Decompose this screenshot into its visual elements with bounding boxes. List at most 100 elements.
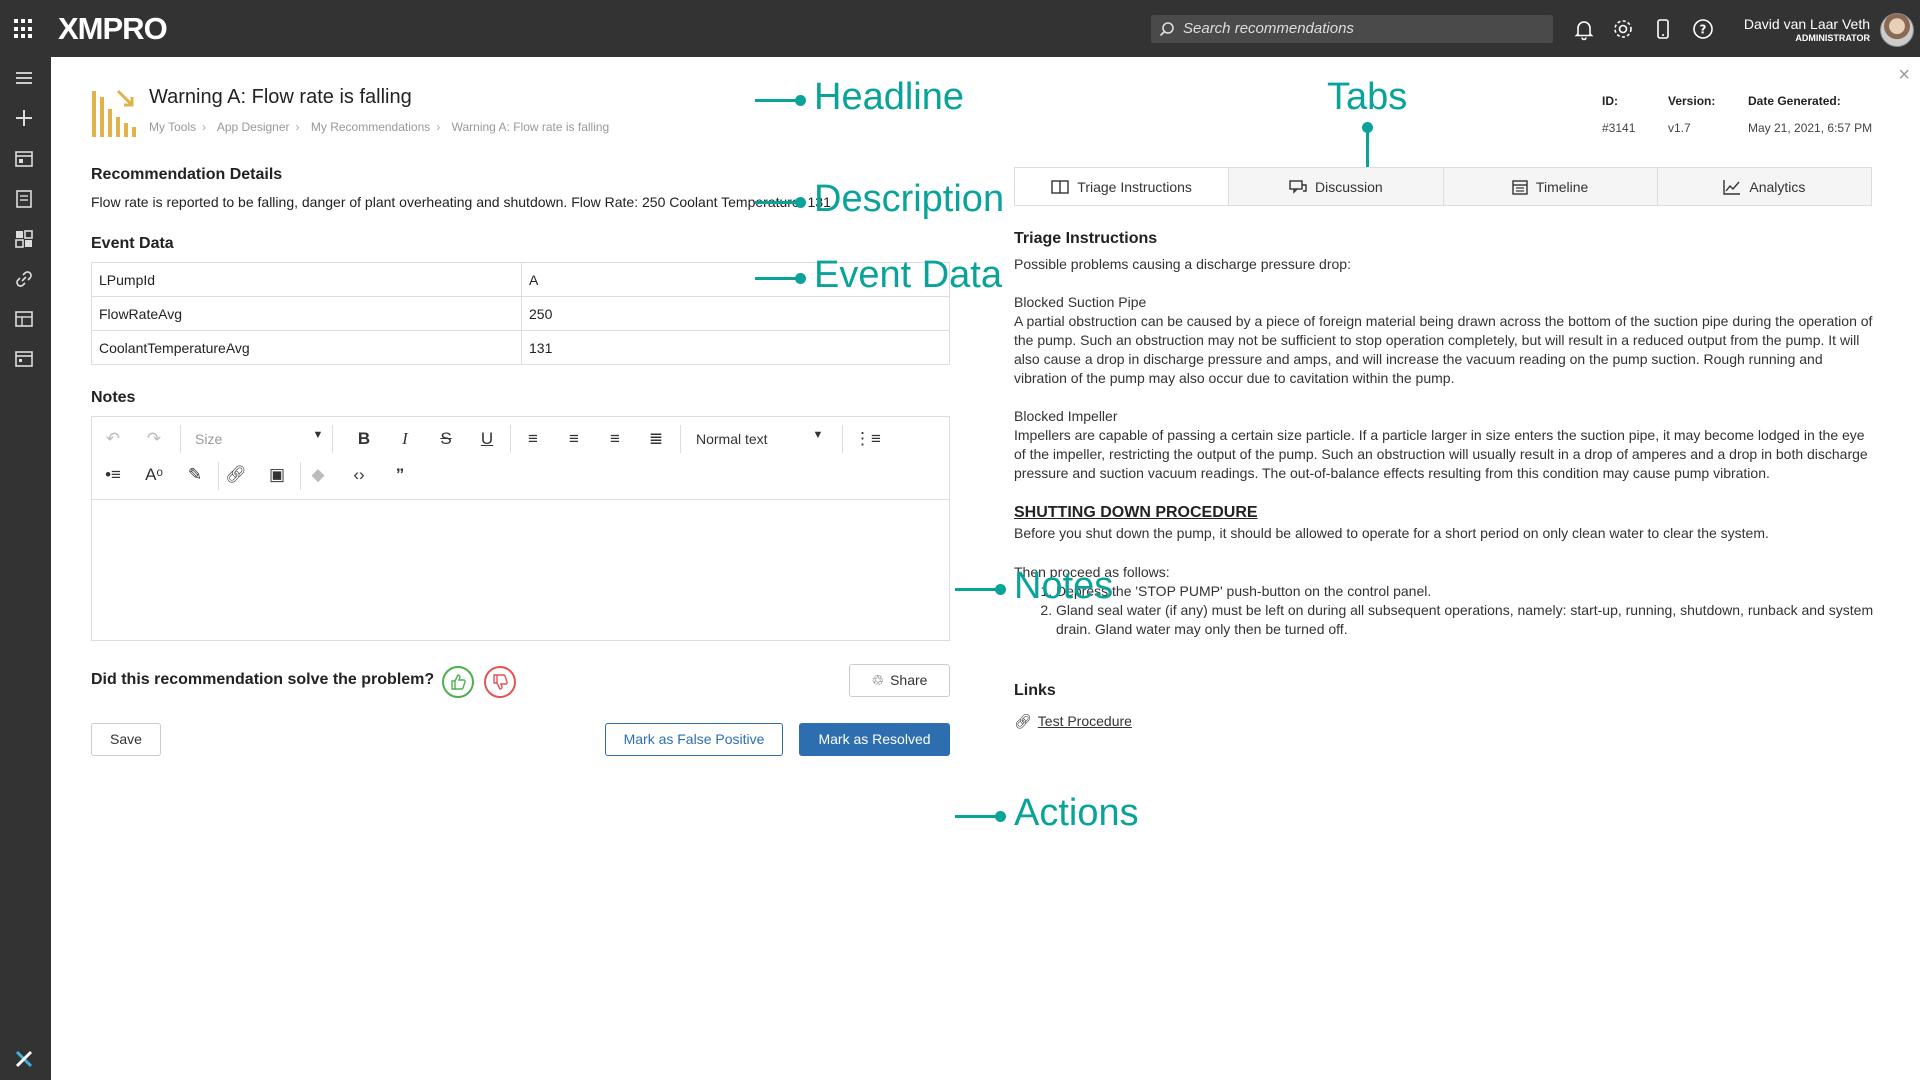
undo-icon[interactable]: ↶ [100, 429, 126, 449]
triage-title: Triage Instructions [1014, 230, 1158, 247]
id-label: ID: [1602, 94, 1618, 108]
list-item: Depress the 'STOP PUMP' push-button on t… [1056, 582, 1874, 601]
quote-icon[interactable]: ” [387, 465, 413, 485]
ordered-list-icon[interactable]: ⋮≡ [854, 429, 881, 449]
event-value: 131 [521, 330, 950, 365]
dropdown-caret-icon[interactable]: ▼ [805, 429, 831, 441]
toolbar-divider [218, 462, 219, 490]
thumbs-up-button[interactable] [442, 666, 474, 698]
thumbs-down-button[interactable] [484, 666, 516, 698]
highlight-pen-icon[interactable]: ✎ [182, 465, 208, 485]
close-icon[interactable]: × [1898, 64, 1910, 87]
triage-intro: Possible problems causing a discharge pr… [1014, 256, 1351, 272]
notes-title: Notes [91, 389, 136, 406]
link-item[interactable]: 🔗︎ Test Procedure [1014, 712, 1132, 731]
breadcrumb: My Tools › App Designer › My Recommendatio… [149, 120, 615, 134]
toolbar-divider [842, 425, 843, 453]
share-label: Share [890, 672, 928, 688]
annotation-notes: Notes [1014, 565, 1114, 607]
image-icon[interactable]: ▣ [264, 465, 290, 485]
dropdown-caret-icon[interactable]: ▼ [305, 429, 331, 441]
event-key: FlowRateAvg [91, 296, 522, 331]
calendar-icon[interactable] [13, 348, 35, 370]
tab-discussion[interactable]: Discussion [1228, 168, 1443, 205]
save-button[interactable]: Save [91, 723, 161, 756]
chevron-right-icon: › [295, 120, 300, 134]
bell-icon[interactable] [1572, 17, 1596, 41]
annotation-dot [995, 811, 1006, 822]
page-title: Warning A: Flow rate is falling [149, 86, 412, 108]
breadcrumb-item[interactable]: App Designer [217, 120, 290, 134]
annotation-dot [795, 95, 806, 106]
link-icon[interactable]: 🔗︎ [223, 465, 249, 485]
search-icon [1159, 22, 1174, 37]
breadcrumb-item[interactable]: My Recommendations [311, 120, 430, 134]
text-format-select[interactable]: Normal text [696, 431, 768, 447]
toolbar-divider [510, 425, 511, 453]
tab-timeline[interactable]: Timeline [1442, 168, 1657, 205]
text-color-icon[interactable]: Aᵒ [141, 465, 167, 485]
mobile-icon[interactable] [1651, 17, 1675, 41]
align-center-icon[interactable]: ≡ [561, 429, 587, 449]
thumbs-down-icon [493, 674, 508, 690]
apps-icon[interactable] [13, 228, 35, 250]
links-title: Links [1014, 682, 1056, 699]
redo-icon[interactable]: ↷ [141, 429, 167, 449]
top-bar: XMPRO Search recommendations ? David van… [0, 0, 1920, 57]
search-placeholder: Search recommendations [1183, 20, 1354, 37]
id-value: #3141 [1602, 121, 1636, 135]
table-icon[interactable] [13, 308, 35, 330]
avatar[interactable] [1880, 13, 1914, 47]
toolbar-divider [680, 425, 681, 453]
dashboard-icon[interactable] [13, 148, 35, 170]
strikethrough-icon[interactable]: S [433, 429, 459, 449]
gear-icon[interactable] [1611, 17, 1635, 41]
bullet-list-icon[interactable]: •≡ [100, 465, 126, 485]
align-left-icon[interactable]: ≡ [520, 429, 546, 449]
underline-icon[interactable]: U [474, 429, 500, 449]
link-icon[interactable] [13, 268, 35, 290]
mark-false-positive-button[interactable]: Mark as False Positive [605, 723, 783, 756]
table-row: FlowRateAvg 250 [91, 296, 950, 331]
user-role: ADMINISTRATOR [1795, 33, 1870, 43]
annotation-dot [995, 584, 1006, 595]
align-justify-icon[interactable]: ≣ [643, 429, 669, 449]
sidebar [0, 57, 51, 1080]
mark-resolved-button[interactable]: Mark as Resolved [799, 723, 950, 756]
document-icon[interactable] [13, 188, 35, 210]
breadcrumb-item[interactable]: My Tools [149, 120, 196, 134]
version-label: Version: [1668, 94, 1716, 108]
add-icon[interactable] [13, 107, 35, 129]
help-icon[interactable]: ? [1691, 17, 1715, 41]
share-button[interactable]: ♲ Share [849, 664, 950, 697]
thumbs-up-icon [451, 674, 466, 690]
version-value: v1.7 [1668, 121, 1691, 135]
xmpro-x-logo[interactable] [14, 1049, 34, 1069]
chevron-right-icon: › [202, 120, 207, 134]
annotation-tabs: Tabs [1327, 76, 1408, 118]
font-size-select[interactable]: Size [195, 431, 222, 447]
procedure-then: Then proceed as follows: [1014, 564, 1170, 580]
link-icon: 🔗︎ [1014, 713, 1032, 729]
eraser-icon[interactable]: ◆ [305, 465, 331, 485]
menu-icon[interactable] [13, 67, 35, 89]
app-grid-icon[interactable] [14, 19, 34, 39]
italic-icon[interactable]: I [392, 429, 418, 449]
code-icon[interactable]: ‹› [346, 465, 372, 485]
tab-analytics[interactable]: Analytics [1656, 168, 1871, 205]
user-name[interactable]: David van Laar Veth [1744, 16, 1870, 32]
annotation-dot [795, 273, 806, 284]
procedure-intro: Before you shut down the pump, it should… [1014, 525, 1769, 541]
event-data-title: Event Data [91, 235, 174, 252]
xmpro-logo[interactable]: XMPRO [58, 11, 168, 47]
notes-text-area[interactable] [92, 501, 949, 640]
notes-editor: ↶ ↷ Size ▼ B I S U ≡ ≡ ≡ ≣ Normal text ▼… [91, 416, 950, 641]
search-input[interactable]: Search recommendations [1151, 15, 1553, 43]
annotation-line [1366, 127, 1369, 167]
link-label[interactable]: Test Procedure [1038, 713, 1132, 729]
tab-triage-instructions[interactable]: Triage Instructions [1015, 168, 1229, 205]
align-right-icon[interactable]: ≡ [602, 429, 628, 449]
bold-icon[interactable]: B [351, 429, 377, 449]
tab-label: Discussion [1315, 178, 1383, 195]
toolbar-divider [332, 425, 333, 453]
